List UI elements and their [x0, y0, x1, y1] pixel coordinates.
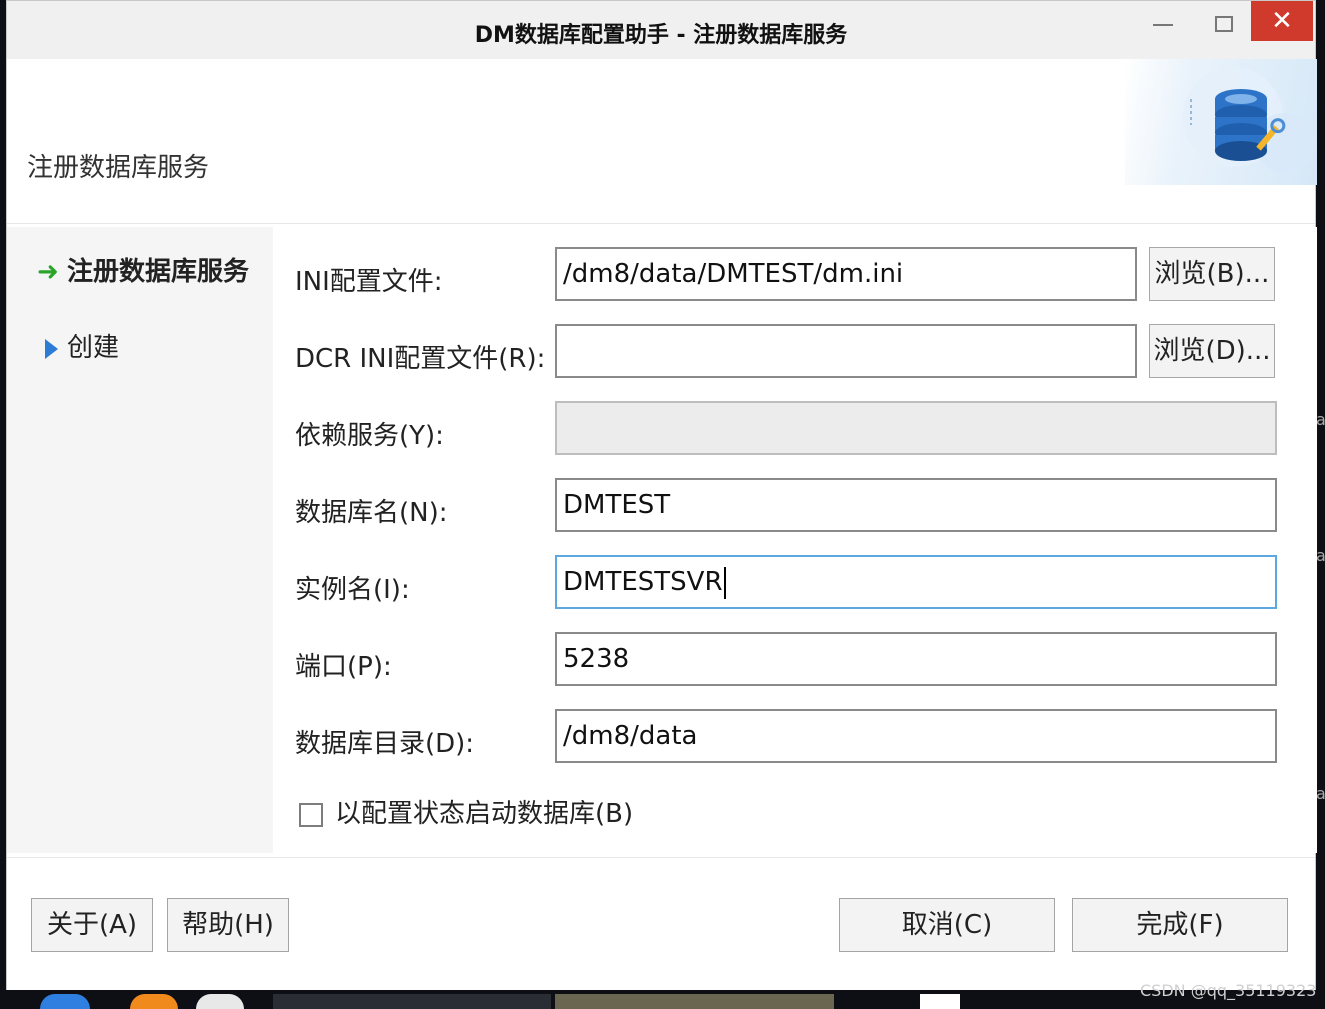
taskbar	[0, 991, 1325, 1009]
page-header: 注册数据库服务	[7, 59, 1317, 224]
taskbar-app-icon[interactable]	[196, 994, 244, 1009]
ini-file-label: INI配置文件:	[295, 267, 443, 297]
ini-file-input[interactable]: /dm8/data/DMTEST/dm.ini	[555, 247, 1137, 301]
start-config-label: 以配置状态启动数据库(B)	[335, 799, 634, 829]
title-bar[interactable]: DM数据库配置助手 - 注册数据库服务 ✕	[7, 1, 1315, 60]
wizard-steps: ➜ 注册数据库服务 创建	[7, 227, 273, 853]
db-name-input[interactable]: DMTEST	[555, 478, 1277, 532]
dialog-window: DM数据库配置助手 - 注册数据库服务 ✕ 注册数据库服务 ➜ 注册数据库服务 …	[6, 0, 1317, 990]
background-window-edge: a	[1316, 410, 1325, 429]
step-label: 创建	[67, 333, 120, 363]
minimize-button[interactable]	[1143, 1, 1183, 41]
finish-button[interactable]: 完成(F)	[1072, 898, 1288, 952]
maximize-icon	[1215, 16, 1233, 32]
port-input[interactable]: 5238	[555, 632, 1277, 686]
start-config-checkbox[interactable]	[299, 802, 323, 827]
instance-name-input[interactable]: DMTESTSVR	[555, 555, 1277, 609]
arrow-right-icon: ➜	[37, 257, 59, 287]
button-bar: 关于(A) 帮助(H) 取消(C) 完成(F)	[7, 857, 1315, 990]
db-name-label: 数据库名(N):	[295, 498, 448, 528]
background-window-edge: a	[1316, 546, 1325, 565]
header-banner	[1125, 59, 1317, 185]
minimize-icon	[1153, 24, 1173, 26]
start-config-option[interactable]: 以配置状态启动数据库(B)	[299, 793, 633, 830]
about-button[interactable]: 关于(A)	[31, 898, 153, 952]
watermark: CSDN @qq_35119323	[1140, 981, 1317, 1000]
help-button[interactable]: 帮助(H)	[167, 898, 289, 952]
instance-name-value: DMTESTSVR	[563, 567, 723, 597]
dcr-ini-file-label: DCR INI配置文件(R):	[295, 344, 546, 374]
dependency-label: 依赖服务(Y):	[295, 421, 444, 451]
db-dir-label: 数据库目录(D):	[295, 729, 475, 759]
text-caret	[723, 566, 726, 599]
maximize-button[interactable]	[1203, 1, 1243, 41]
taskbar-window-tab[interactable]	[273, 994, 551, 1009]
db-dir-input[interactable]: /dm8/data	[555, 709, 1277, 763]
port-label: 端口(P):	[295, 652, 392, 682]
instance-name-label: 实例名(I):	[295, 575, 410, 605]
browse-ini-button[interactable]: 浏览(B)...	[1149, 247, 1275, 301]
cancel-button[interactable]: 取消(C)	[839, 898, 1055, 952]
taskbar-window-tab[interactable]	[920, 994, 960, 1009]
database-tools-icon	[1183, 67, 1315, 173]
page-title: 注册数据库服务	[27, 153, 210, 183]
register-service-form: INI配置文件: /dm8/data/DMTEST/dm.ini 浏览(B)..…	[273, 227, 1317, 853]
window-title: DM数据库配置助手 - 注册数据库服务	[474, 23, 848, 48]
step-register-service[interactable]: ➜ 注册数据库服务	[37, 251, 249, 288]
step-create[interactable]: 创建	[37, 327, 119, 364]
step-label: 注册数据库服务	[67, 257, 250, 287]
close-icon: ✕	[1271, 6, 1293, 36]
triangle-right-icon	[45, 338, 58, 359]
dependency-input	[555, 401, 1277, 455]
taskbar-window-tab[interactable]	[555, 994, 834, 1009]
browse-dcr-button[interactable]: 浏览(D)...	[1149, 324, 1275, 378]
desktop: DM数据库配置助手 - 注册数据库服务 ✕ 注册数据库服务 ➜ 注册数据库服务 …	[0, 0, 1325, 1009]
taskbar-app-icon[interactable]	[40, 994, 90, 1009]
background-window-edge: a	[1316, 784, 1325, 803]
close-button[interactable]: ✕	[1251, 1, 1313, 41]
dcr-ini-file-input[interactable]	[555, 324, 1137, 378]
taskbar-app-icon[interactable]	[130, 994, 178, 1009]
